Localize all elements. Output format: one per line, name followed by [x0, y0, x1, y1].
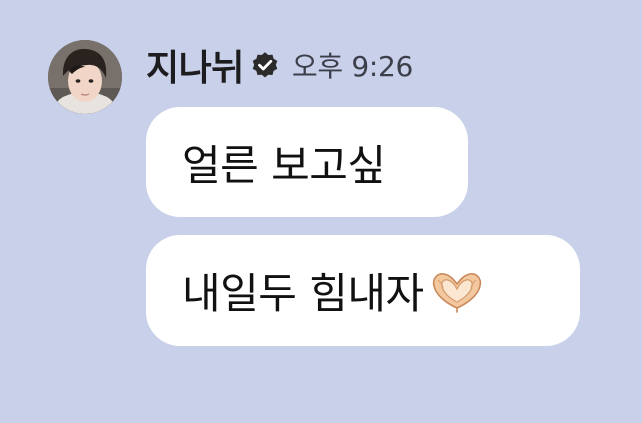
message-text: 얼른 보고싶: [182, 140, 386, 190]
chat-message-group: 지나뉘 오후 9:26 얼른 보고싶 내일두 힘내자: [0, 0, 642, 423]
message-text: 내일두 힘내자: [182, 269, 424, 318]
heart-hands-icon: [428, 268, 486, 314]
message-bubble[interactable]: 내일두 힘내자: [146, 235, 580, 346]
sender-name[interactable]: 지나뉘: [146, 39, 244, 91]
message-bubble[interactable]: 얼른 보고싶: [146, 107, 468, 217]
message-header: 지나뉘 오후 9:26: [146, 40, 413, 90]
message-timestamp: 오후 9:26: [291, 50, 414, 83]
profile-avatar[interactable]: [48, 40, 122, 114]
verified-badge-icon: [250, 50, 280, 80]
